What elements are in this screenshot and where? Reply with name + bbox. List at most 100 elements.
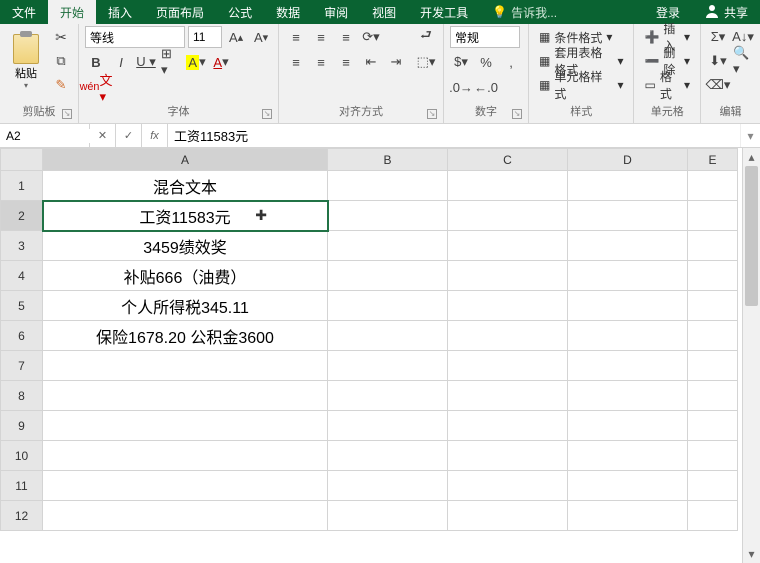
dialog-launcher-icon[interactable]: ↘ bbox=[427, 109, 437, 119]
cell[interactable] bbox=[328, 471, 448, 501]
cell[interactable] bbox=[688, 231, 738, 261]
row-header[interactable]: 12 bbox=[1, 501, 43, 531]
decrease-indent-button[interactable]: ⇤ bbox=[360, 51, 382, 73]
tab-view[interactable]: 视图 bbox=[360, 0, 408, 24]
align-center-button[interactable]: ≡ bbox=[310, 51, 332, 73]
underline-button[interactable]: U ▾ bbox=[135, 51, 157, 73]
font-name-combo[interactable] bbox=[85, 26, 185, 48]
tell-me[interactable]: 💡 告诉我... bbox=[480, 0, 569, 24]
cell[interactable] bbox=[328, 411, 448, 441]
cell[interactable] bbox=[328, 201, 448, 231]
cell[interactable] bbox=[688, 201, 738, 231]
clear-button[interactable]: ⌫▾ bbox=[707, 74, 729, 96]
tab-developer[interactable]: 开发工具 bbox=[408, 0, 480, 24]
cell[interactable] bbox=[448, 261, 568, 291]
increase-font-button[interactable]: A▴ bbox=[225, 26, 247, 48]
cell[interactable] bbox=[688, 381, 738, 411]
expand-formula-bar-button[interactable]: ▾ bbox=[740, 124, 760, 147]
accounting-format-button[interactable]: $▾ bbox=[450, 51, 472, 73]
number-format-combo[interactable] bbox=[450, 26, 520, 48]
paste-button[interactable]: 粘贴 ▾ bbox=[6, 26, 46, 98]
enter-button[interactable]: ✓ bbox=[116, 124, 142, 147]
formula-input[interactable] bbox=[168, 124, 740, 147]
decrease-font-button[interactable]: A▾ bbox=[250, 26, 272, 48]
vertical-scrollbar[interactable]: ▴ ▾ bbox=[742, 148, 760, 563]
row-header[interactable]: 5 bbox=[1, 291, 43, 321]
column-header-e[interactable]: E bbox=[688, 149, 738, 171]
cell[interactable] bbox=[448, 471, 568, 501]
increase-decimal-button[interactable]: .0→ bbox=[450, 76, 472, 98]
merge-center-button[interactable]: ⬚▾ bbox=[415, 51, 437, 73]
fill-color-button[interactable]: A▾ bbox=[185, 51, 207, 73]
font-size-combo[interactable] bbox=[188, 26, 222, 48]
cell[interactable] bbox=[568, 351, 688, 381]
cell[interactable] bbox=[328, 321, 448, 351]
fill-button[interactable]: ⬇▾ bbox=[707, 50, 729, 72]
cell[interactable] bbox=[688, 441, 738, 471]
dialog-launcher-icon[interactable]: ↘ bbox=[512, 109, 522, 119]
row-header[interactable]: 6 bbox=[1, 321, 43, 351]
cell[interactable] bbox=[448, 291, 568, 321]
tab-file[interactable]: 文件 bbox=[0, 0, 48, 24]
cell[interactable] bbox=[328, 441, 448, 471]
row-header[interactable]: 4 bbox=[1, 261, 43, 291]
dialog-launcher-icon[interactable]: ↘ bbox=[262, 109, 272, 119]
cell[interactable] bbox=[448, 411, 568, 441]
align-middle-button[interactable]: ≡ bbox=[310, 26, 332, 48]
row-header[interactable]: 8 bbox=[1, 381, 43, 411]
cell[interactable] bbox=[688, 501, 738, 531]
italic-button[interactable]: I bbox=[110, 51, 132, 73]
decrease-decimal-button[interactable]: ←.0 bbox=[475, 76, 497, 98]
cell[interactable] bbox=[43, 381, 328, 411]
cell[interactable] bbox=[43, 501, 328, 531]
row-header[interactable]: 2 bbox=[1, 201, 43, 231]
cell[interactable]: 补贴666（油费） bbox=[43, 261, 328, 291]
cell[interactable] bbox=[568, 321, 688, 351]
cell[interactable] bbox=[568, 261, 688, 291]
cell[interactable] bbox=[43, 441, 328, 471]
scroll-down-button[interactable]: ▾ bbox=[743, 545, 760, 563]
tab-insert[interactable]: 插入 bbox=[96, 0, 144, 24]
autosum-button[interactable]: Σ▾ bbox=[707, 26, 729, 48]
active-cell[interactable]: 工资11583元 bbox=[43, 201, 328, 231]
cell[interactable] bbox=[568, 471, 688, 501]
row-header[interactable]: 7 bbox=[1, 351, 43, 381]
tab-home[interactable]: 开始 bbox=[48, 0, 96, 24]
row-header[interactable]: 10 bbox=[1, 441, 43, 471]
wrap-text-button[interactable]: ⮐ bbox=[415, 26, 437, 48]
column-header-d[interactable]: D bbox=[568, 149, 688, 171]
insert-function-button[interactable]: fx bbox=[142, 124, 168, 147]
cell[interactable] bbox=[688, 411, 738, 441]
cell[interactable] bbox=[568, 501, 688, 531]
cell[interactable] bbox=[448, 321, 568, 351]
cell[interactable] bbox=[568, 441, 688, 471]
row-header[interactable]: 1 bbox=[1, 171, 43, 201]
column-header-c[interactable]: C bbox=[448, 149, 568, 171]
name-box[interactable]: ▾ bbox=[0, 124, 90, 147]
cell[interactable] bbox=[688, 291, 738, 321]
cell[interactable] bbox=[448, 441, 568, 471]
cell[interactable]: 个人所得税345.11 bbox=[43, 291, 328, 321]
cell[interactable]: 混合文本 bbox=[43, 171, 328, 201]
cell[interactable] bbox=[43, 351, 328, 381]
align-top-button[interactable]: ≡ bbox=[285, 26, 307, 48]
phonetic-guide-button[interactable]: wén文 ▾ bbox=[85, 76, 107, 98]
cell[interactable] bbox=[568, 171, 688, 201]
worksheet-grid[interactable]: A B C D E 1混合文本 2工资11583元 33459绩效奖 4补贴66… bbox=[0, 148, 738, 531]
tab-page-layout[interactable]: 页面布局 bbox=[144, 0, 216, 24]
cancel-button[interactable]: ✕ bbox=[90, 124, 116, 147]
align-bottom-button[interactable]: ≡ bbox=[335, 26, 357, 48]
find-select-button[interactable]: 🔍▾ bbox=[732, 50, 754, 72]
cut-button[interactable] bbox=[50, 26, 72, 48]
comma-style-button[interactable]: , bbox=[500, 51, 522, 73]
cell[interactable] bbox=[568, 201, 688, 231]
row-header[interactable]: 9 bbox=[1, 411, 43, 441]
cell[interactable] bbox=[448, 381, 568, 411]
cell[interactable] bbox=[448, 201, 568, 231]
border-button[interactable]: ⊞ ▾ bbox=[160, 51, 182, 73]
dialog-launcher-icon[interactable]: ↘ bbox=[62, 109, 72, 119]
copy-button[interactable] bbox=[50, 50, 72, 72]
column-header-b[interactable]: B bbox=[328, 149, 448, 171]
cell[interactable] bbox=[688, 261, 738, 291]
cell[interactable] bbox=[568, 231, 688, 261]
